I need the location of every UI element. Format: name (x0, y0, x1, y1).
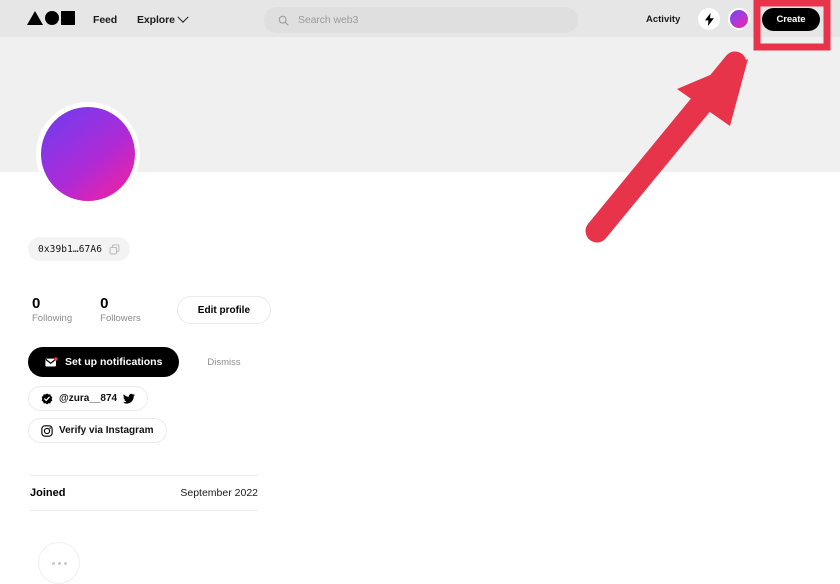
search-bar[interactable]: Search web3 (264, 7, 578, 33)
instagram-icon (41, 424, 53, 437)
divider-bottom (30, 510, 258, 511)
lightning-bolt-icon (704, 12, 714, 26)
following-label: Following (32, 313, 73, 324)
wallet-address-chip[interactable]: 0x39b1…67A6 (28, 237, 131, 261)
mail-icon (45, 356, 58, 366)
search-icon (278, 15, 289, 26)
stat-followers[interactable]: 0 Followers (100, 295, 141, 324)
joined-label: Joined (30, 487, 66, 499)
verify-via-instagram-chip[interactable]: Verify via Instagram (28, 418, 167, 443)
activity-label: Activity (646, 14, 681, 25)
twitter-handle-chip[interactable]: @zura__874 (28, 386, 149, 411)
nav-item-activity[interactable]: Activity (646, 14, 680, 25)
notifications-prompt-row: Set up notifications Dismiss (28, 347, 247, 377)
top-navigation-bar: Feed Explore Search web3 Activity Create (0, 0, 840, 37)
create-button[interactable]: Create (762, 8, 820, 31)
more-dot-2 (57, 561, 61, 565)
twitter-bird-icon (123, 393, 136, 404)
stat-following[interactable]: 0 Following (32, 295, 72, 324)
following-count: 0 (32, 295, 41, 312)
logo-circle-icon (45, 11, 59, 25)
followers-label: Followers (100, 313, 141, 324)
chevron-down-icon (177, 11, 189, 23)
nav-item-explore[interactable]: Explore (137, 11, 189, 26)
copy-icon[interactable] (109, 243, 120, 255)
nav-explore-label: Explore (137, 14, 175, 26)
joined-row: Joined September 2022 (30, 476, 258, 510)
nav-feed-label: Feed (93, 14, 118, 26)
more-options-button[interactable] (38, 542, 80, 584)
verified-badge-icon (41, 392, 53, 404)
more-dot-1 (51, 561, 55, 565)
followers-count: 0 (100, 295, 109, 312)
profile-avatar[interactable] (36, 102, 140, 206)
header-user-avatar[interactable] (728, 8, 750, 30)
lightning-bolt-button[interactable] (698, 8, 720, 30)
logo-square-icon (61, 11, 75, 25)
nav-item-feed[interactable]: Feed (93, 14, 117, 26)
twitter-handle-text: @zura__874 (59, 393, 118, 404)
joined-section: Joined September 2022 (30, 475, 258, 511)
dismiss-button[interactable]: Dismiss (201, 356, 246, 369)
logo-triangle-icon (27, 11, 43, 25)
wallet-address-text: 0x39b1…67A6 (38, 243, 103, 255)
zora-logo[interactable] (27, 11, 75, 25)
set-up-notifications-button[interactable]: Set up notifications (28, 347, 180, 377)
zora-profile-page: Feed Explore Search web3 Activity Create (0, 0, 840, 584)
more-dot-3 (63, 561, 67, 565)
search-input-placeholder: Search web3 (298, 14, 359, 26)
verify-instagram-label: Verify via Instagram (59, 425, 154, 436)
edit-profile-button[interactable]: Edit profile (176, 296, 272, 324)
set-up-notifications-label: Set up notifications (65, 356, 163, 368)
notification-dot (54, 356, 58, 361)
profile-stats-row: 0 Following 0 Followers Edit profile (32, 295, 272, 324)
joined-value: September 2022 (180, 487, 258, 499)
